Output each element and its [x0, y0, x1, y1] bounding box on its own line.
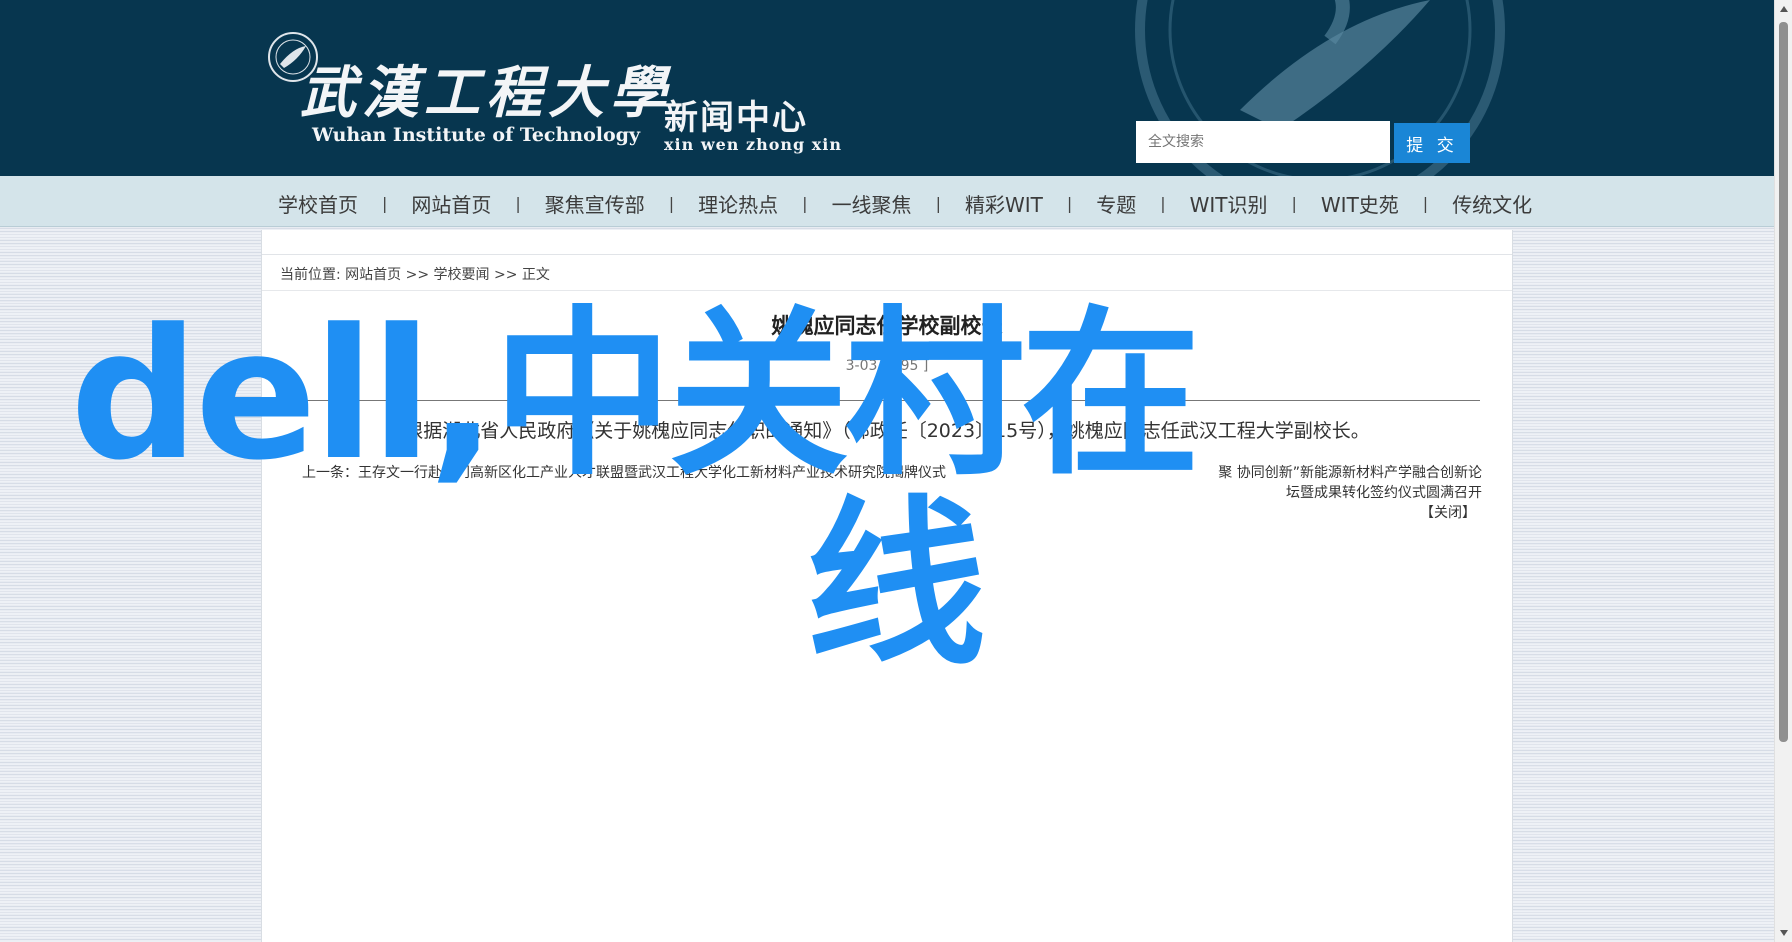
nav-item-school-home[interactable]: 学校首页	[278, 189, 358, 218]
nav-item-culture[interactable]: 传统文化	[1452, 189, 1532, 218]
scrollbar-thumb[interactable]	[1779, 22, 1788, 742]
news-center-title[interactable]: 新闻中心	[664, 90, 808, 139]
nav-item-publicity[interactable]: 聚焦宣传部	[545, 189, 645, 218]
main-nav: 学校首页 | 网站首页 | 聚焦宣传部 | 理论热点 | 一线聚焦 | 精彩WI…	[0, 176, 1774, 227]
nav-separator: |	[382, 194, 388, 213]
nav-item-frontline[interactable]: 一线聚焦	[832, 189, 912, 218]
breadcrumb-current: 正文	[521, 267, 550, 283]
divider	[262, 254, 1512, 255]
scroll-up-arrow-icon[interactable]	[1780, 6, 1788, 12]
nav-separator: |	[1291, 194, 1297, 213]
nav-separator: |	[668, 194, 675, 213]
news-center-pinyin: xin wen zhong xin	[664, 135, 843, 154]
overlay-text-line1: dell,中关村在	[70, 291, 1201, 500]
nav-item-wit-identity[interactable]: WIT识别	[1190, 189, 1268, 218]
search-input[interactable]	[1136, 121, 1390, 163]
nav-separator: |	[515, 194, 521, 213]
nav-item-site-home[interactable]: 网站首页	[411, 189, 491, 218]
nav-separator: |	[1422, 194, 1429, 213]
nav-separator: |	[802, 194, 808, 213]
vertical-scrollbar[interactable]	[1774, 0, 1792, 942]
breadcrumb: 当前位置: 网站首页 >> 学校要闻 >> 正文	[280, 264, 550, 284]
scroll-down-arrow-icon[interactable]	[1780, 930, 1788, 936]
nav-item-wit-highlights[interactable]: 精彩WIT	[965, 189, 1043, 218]
nav-item-theory[interactable]: 理论热点	[698, 189, 778, 218]
nav-separator: |	[1160, 194, 1166, 213]
nav-separator: |	[935, 194, 941, 213]
close-link[interactable]: 【关闭】	[1420, 502, 1476, 522]
breadcrumb-link-school-news[interactable]: 学校要闻	[434, 267, 490, 283]
nav-separator: |	[1066, 194, 1073, 213]
university-name-en[interactable]: Wuhan Institute of Technology	[312, 124, 640, 146]
overlay-text-line2: 线	[806, 481, 987, 690]
next-article-link-cont[interactable]: 坛暨成果转化签约仪式圆满召开	[1286, 482, 1482, 502]
search-submit-button[interactable]: 提 交	[1394, 123, 1470, 163]
nav-item-topics[interactable]: 专题	[1096, 189, 1136, 218]
university-name-cn[interactable]: 武漢工程大學	[300, 48, 672, 129]
breadcrumb-separator: >>	[405, 267, 430, 283]
site-header: 武漢工程大學 Wuhan Institute of Technology 新闻中…	[0, 0, 1774, 176]
breadcrumb-link-site-home[interactable]: 网站首页	[345, 267, 401, 283]
breadcrumb-separator: >>	[494, 267, 518, 283]
breadcrumb-prefix: 当前位置:	[280, 267, 341, 283]
nav-item-wit-history[interactable]: WIT史苑	[1321, 189, 1399, 218]
